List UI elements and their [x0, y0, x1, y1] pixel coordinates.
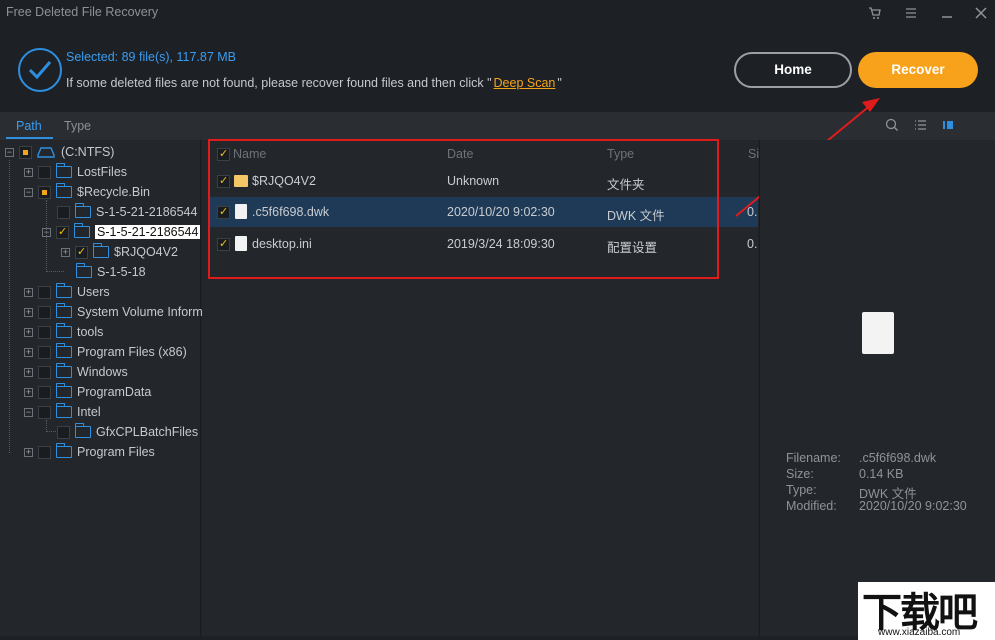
site-watermark: 下载吧 www.xiazaiba.com — [858, 582, 995, 640]
type-label: Type: — [786, 483, 817, 497]
size-value: 0.14 KB — [859, 467, 904, 481]
preview-pane — [759, 140, 995, 640]
modified-value: 2020/10/20 9:02:30 — [859, 499, 967, 513]
filename-label: Filename: — [786, 451, 841, 465]
document-preview-icon — [862, 312, 894, 354]
size-label: Size: — [786, 467, 814, 481]
modified-label: Modified: — [786, 499, 837, 513]
watermark-url: www.xiazaiba.com — [878, 627, 961, 638]
bottom-bar — [0, 636, 995, 640]
filename-value: .c5f6f698.dwk — [859, 451, 937, 465]
